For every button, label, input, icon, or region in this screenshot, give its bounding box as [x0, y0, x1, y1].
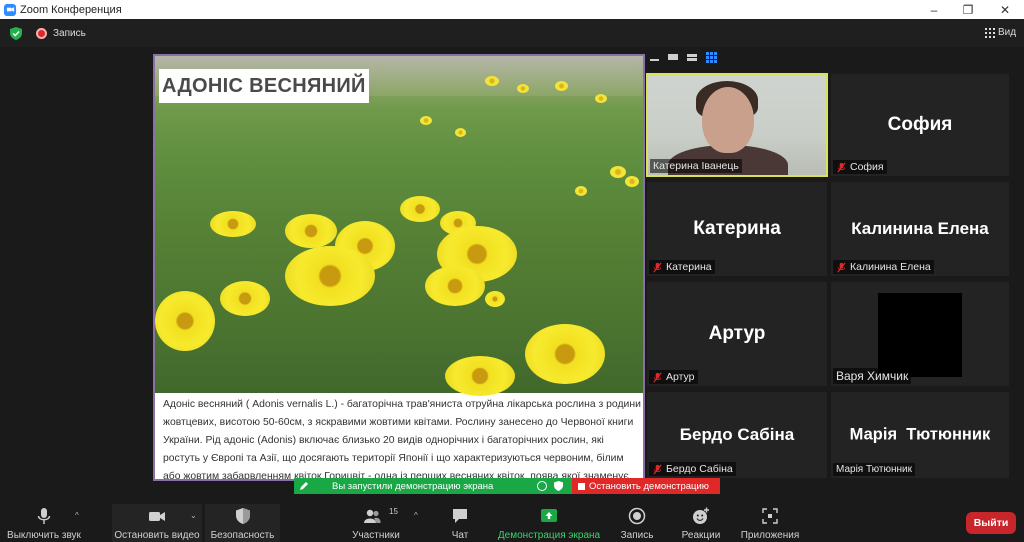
participant-tile[interactable]: София София: [830, 73, 1010, 177]
participant-tile[interactable]: Катерина Іванець: [646, 73, 828, 177]
security-shield-icon: [235, 508, 250, 524]
apps-button[interactable]: Приложения: [736, 504, 804, 542]
slide-title-box: АДОНІС ВЕСНЯНИЙ: [159, 69, 369, 103]
reactions-button[interactable]: Реакции: [676, 504, 726, 542]
zoom-logo-icon: [4, 3, 16, 16]
video-camera-icon: [149, 512, 165, 521]
stop-share-button[interactable]: Остановить демонстрацию: [572, 478, 720, 494]
mic-muted-icon: [653, 464, 662, 474]
mute-label: Выключить звук: [7, 530, 81, 541]
mic-muted-icon: [837, 162, 846, 172]
slide-description: Адоніс весняний ( Adonis vernalis L.) - …: [163, 399, 641, 481]
participant-name-label: Марія Тютюнник: [833, 463, 916, 476]
apps-label: Приложения: [740, 530, 800, 541]
video-options-chevron-icon[interactable]: ⌄: [190, 511, 197, 520]
participants-button[interactable]: 15 Участники: [342, 504, 410, 542]
reactions-label: Реакции: [681, 530, 721, 541]
security-label: Безопасность: [210, 530, 275, 541]
recording-label[interactable]: Запись: [53, 28, 86, 39]
participant-name-label: Варя Химчик: [833, 368, 912, 384]
participant-tile[interactable]: Калинина Елена Калинина Елена: [830, 181, 1010, 277]
share-screen-icon: [541, 509, 557, 522]
stop-video-button[interactable]: Остановить видео: [112, 504, 202, 542]
participant-display-name: Марія Тютюнник: [849, 425, 991, 444]
leave-meeting-button[interactable]: Выйти: [966, 512, 1016, 534]
meeting-toolbar: Выключить звук ^ Остановить видео ⌄ Безо…: [0, 504, 1024, 542]
window-title: Zoom Конференция: [20, 3, 122, 16]
participant-name-label: Артур: [649, 370, 698, 384]
chat-bubble-icon: [453, 509, 467, 523]
meeting-top-bar: Запись Вид: [0, 19, 1024, 47]
participant-tile[interactable]: Бердо Сабіна Бердо Сабіна: [646, 391, 828, 479]
microphone-icon: [37, 508, 51, 524]
mic-muted-icon: [653, 262, 662, 272]
participant-video-off: [878, 293, 962, 377]
participant-name-label: Катерина: [649, 260, 715, 274]
mute-button[interactable]: Выключить звук: [4, 504, 84, 542]
stop-video-label: Остановить видео: [114, 530, 200, 541]
minimize-video-icon[interactable]: [650, 59, 659, 61]
participant-display-name: Калинина Елена: [851, 219, 989, 238]
speaker-layout-icon[interactable]: [668, 54, 678, 60]
recording-icon[interactable]: [36, 28, 47, 39]
record-button[interactable]: Запись: [614, 504, 660, 542]
screen-share-notification: Вы запустили демонстрацию экрана: [294, 478, 572, 494]
chat-button[interactable]: Чат: [440, 504, 480, 542]
participants-options-chevron-icon[interactable]: ^: [414, 511, 418, 520]
apps-icon: [762, 508, 778, 524]
audio-options-chevron-icon[interactable]: ^: [75, 511, 79, 520]
mic-muted-icon: [837, 262, 846, 272]
security-button[interactable]: Безопасность: [205, 504, 280, 542]
maximize-icon[interactable]: ❐: [950, 0, 986, 19]
stop-icon: [578, 482, 585, 490]
annotate-icon[interactable]: [299, 481, 309, 491]
participant-display-name: Катерина: [693, 218, 781, 239]
participant-name-label: Калинина Елена: [833, 260, 934, 274]
gallery-view-icon[interactable]: [985, 28, 995, 38]
participant-display-name: София: [887, 114, 953, 135]
view-button[interactable]: Вид: [998, 27, 1016, 38]
participant-tile[interactable]: Катерина Катерина: [646, 181, 828, 277]
shared-screen: АДОНІС ВЕСНЯНИЙ Адоніс весняний ( Adonis…: [153, 54, 645, 481]
participants-icon: [364, 509, 381, 523]
pause-share-icon[interactable]: [537, 481, 547, 491]
participant-name-label: Катерина Іванець: [650, 159, 742, 173]
participant-tile[interactable]: Артур Артур: [646, 281, 828, 387]
participants-count: 15: [389, 507, 398, 516]
participant-tile[interactable]: Варя Химчик: [830, 281, 1010, 387]
participant-display-name: Артур: [708, 323, 766, 344]
record-label: Запись: [620, 530, 654, 541]
stop-share-label: Остановить демонстрацию: [589, 480, 709, 492]
strip-layout-icon[interactable]: [687, 53, 697, 61]
close-icon[interactable]: ✕: [987, 0, 1023, 19]
sharing-status-text: Вы запустили демонстрацию экрана: [332, 481, 494, 492]
record-icon: [628, 507, 646, 525]
mic-muted-icon: [653, 372, 662, 382]
chat-label: Чат: [451, 530, 469, 541]
adonis-flowers-photo: АДОНІС ВЕСНЯНИЙ: [155, 56, 643, 396]
participants-label: Участники: [352, 530, 400, 541]
share-screen-button[interactable]: Демонстрация экрана: [494, 504, 604, 542]
participant-name-label: Бердо Сабіна: [649, 462, 736, 476]
share-screen-label: Демонстрация экрана: [497, 530, 601, 541]
encryption-shield-icon[interactable]: [10, 27, 22, 40]
title-bar: Zoom Конференция – ❐ ✕: [0, 0, 1024, 19]
reactions-smiley-icon: [693, 507, 709, 524]
slide-title: АДОНІС ВЕСНЯНИЙ: [162, 74, 366, 97]
security-shield-icon: [554, 481, 563, 491]
participant-tile[interactable]: Марія Тютюнник Марія Тютюнник: [830, 391, 1010, 479]
minimize-icon[interactable]: –: [916, 0, 952, 19]
gallery-layout-toolbar: [650, 50, 717, 64]
grid-layout-icon[interactable]: [706, 51, 717, 63]
participant-name-label: София: [833, 160, 887, 174]
participant-display-name: Бердо Сабіна: [679, 425, 795, 444]
